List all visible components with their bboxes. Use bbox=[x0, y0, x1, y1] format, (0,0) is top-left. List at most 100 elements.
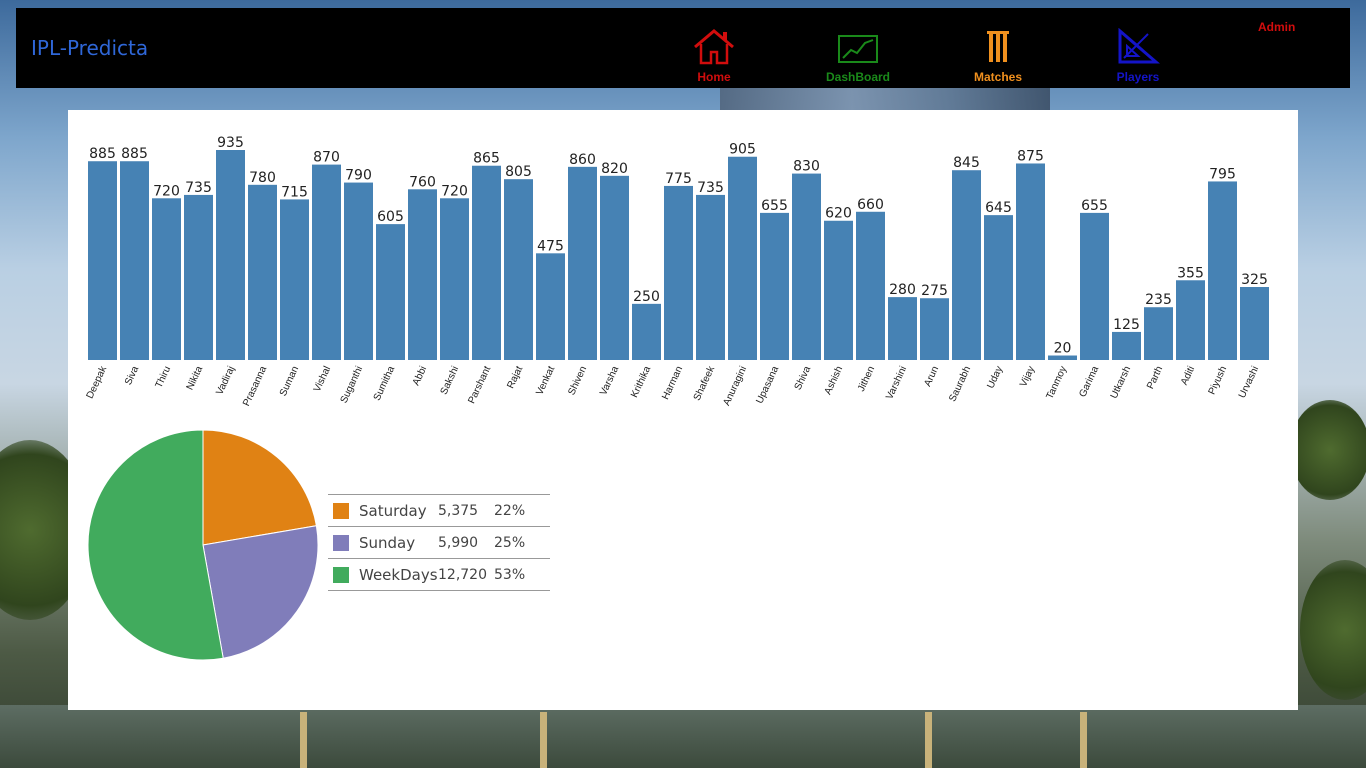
legend-value: 5,375 bbox=[438, 502, 479, 519]
nav-players-label: Players bbox=[1116, 70, 1160, 84]
bar-value-label: 715 bbox=[281, 184, 308, 200]
x-tick-label: Sakshi bbox=[439, 365, 462, 397]
bar bbox=[568, 166, 597, 360]
x-tick-label: Parshant bbox=[466, 364, 493, 405]
legend-row-sunday: Sunday 5,990 25% bbox=[328, 526, 550, 559]
bar-value-label: 875 bbox=[1017, 148, 1044, 164]
bar bbox=[88, 161, 117, 360]
top-navbar: IPL-Predicta Home DashBoard Matches Play… bbox=[16, 8, 1350, 88]
bar bbox=[632, 303, 661, 360]
legend-swatch bbox=[333, 503, 349, 519]
x-tick-label: Vijay bbox=[1018, 365, 1037, 389]
x-tick-label: Varsha bbox=[598, 364, 621, 397]
bar-value-label: 790 bbox=[345, 168, 372, 184]
bar bbox=[1240, 287, 1269, 360]
background-tree-trunk bbox=[1080, 712, 1087, 768]
bar bbox=[920, 298, 949, 360]
background-tree bbox=[1290, 400, 1366, 500]
dashboard-panel: 885 Deepak 885 Siva 720 Thiru 735 Nikita 935 Vadi… bbox=[68, 110, 1298, 710]
x-tick-label: Shiven bbox=[566, 365, 589, 397]
nav-home[interactable]: Home bbox=[664, 28, 764, 88]
x-tick-label: Venkat bbox=[534, 364, 557, 397]
player-bar-chart: 885 Deepak 885 Siva 720 Thiru 735 Nikita 935 Vadi… bbox=[85, 135, 1269, 408]
bar bbox=[408, 189, 437, 360]
bar-value-label: 780 bbox=[249, 170, 276, 186]
legend-swatch bbox=[333, 567, 349, 583]
bar-value-label: 605 bbox=[377, 209, 404, 225]
bar bbox=[1176, 280, 1205, 360]
x-tick-label: Shiva bbox=[793, 364, 814, 392]
background-ground bbox=[0, 705, 1366, 768]
background-tree-trunk bbox=[300, 712, 307, 768]
x-tick-label: Ashish bbox=[823, 365, 846, 397]
pie-slice bbox=[202, 429, 317, 546]
bar bbox=[1208, 181, 1237, 360]
admin-link[interactable]: Admin bbox=[1258, 20, 1295, 34]
x-tick-label: Krithika bbox=[629, 364, 653, 399]
x-tick-label: Vishal bbox=[312, 365, 333, 394]
bar-value-label: 775 bbox=[665, 171, 692, 187]
pie-legend: Saturday 5,375 22% Sunday 5,990 25% Week… bbox=[328, 494, 550, 591]
bar bbox=[248, 184, 277, 360]
bar-value-label: 660 bbox=[857, 197, 884, 213]
bar-value-label: 735 bbox=[185, 180, 212, 196]
nav-matches[interactable]: Matches bbox=[948, 28, 1048, 88]
bar-value-label: 845 bbox=[953, 155, 980, 171]
x-tick-label: Upasana bbox=[754, 364, 781, 405]
bar bbox=[344, 182, 373, 360]
legend-percent: 53% bbox=[494, 566, 526, 583]
bar bbox=[312, 164, 341, 360]
bar-value-label: 645 bbox=[985, 200, 1012, 216]
bar bbox=[472, 165, 501, 360]
bar bbox=[760, 212, 789, 360]
bar-value-label: 250 bbox=[633, 289, 660, 305]
bar-value-label: 355 bbox=[1177, 265, 1204, 281]
legend-row-weekdays: WeekDays 12,720 53% bbox=[328, 558, 550, 591]
x-tick-label: Anuragini bbox=[721, 365, 749, 408]
bar bbox=[1112, 331, 1141, 360]
bar-value-label: 20 bbox=[1054, 341, 1072, 357]
wicket-icon bbox=[987, 31, 1009, 62]
bar-value-label: 125 bbox=[1113, 317, 1140, 333]
nav-matches-label: Matches bbox=[973, 70, 1023, 84]
legend-row-saturday: Saturday 5,375 22% bbox=[328, 494, 550, 527]
brand-logo[interactable]: IPL-Predicta bbox=[31, 36, 148, 60]
bar bbox=[504, 179, 533, 360]
bar bbox=[792, 173, 821, 360]
bar bbox=[536, 253, 565, 360]
bar-value-label: 885 bbox=[121, 146, 148, 162]
bar bbox=[824, 220, 853, 360]
nav-dashboard[interactable]: DashBoard bbox=[808, 28, 908, 88]
bar bbox=[1016, 163, 1045, 360]
bar bbox=[280, 199, 309, 360]
x-tick-label: Siva bbox=[123, 364, 141, 387]
x-tick-label: Prasanna bbox=[241, 364, 269, 408]
bar-value-label: 735 bbox=[697, 180, 724, 196]
pie-slice bbox=[87, 429, 224, 661]
bar bbox=[952, 170, 981, 360]
nav-players[interactable]: Players bbox=[1088, 28, 1188, 88]
bar-value-label: 760 bbox=[409, 174, 436, 190]
bar-value-label: 865 bbox=[473, 151, 500, 167]
bar-value-label: 655 bbox=[1081, 198, 1108, 214]
x-tick-label: Rajat bbox=[505, 364, 525, 390]
x-tick-label: Tanmoy bbox=[1044, 365, 1069, 401]
bar-value-label: 805 bbox=[505, 164, 532, 180]
x-tick-label: Urvashi bbox=[1237, 365, 1261, 400]
bar bbox=[216, 150, 245, 360]
bar-value-label: 655 bbox=[761, 198, 788, 214]
bar bbox=[888, 297, 917, 360]
x-tick-label: Shafeek bbox=[692, 364, 718, 403]
bar-value-label: 620 bbox=[825, 206, 852, 222]
x-tick-label: Deepak bbox=[85, 364, 110, 401]
bar-value-label: 860 bbox=[569, 152, 596, 168]
bar bbox=[120, 161, 149, 360]
legend-label: Sunday bbox=[359, 533, 416, 552]
background-tree bbox=[1300, 560, 1366, 700]
x-tick-label: Aditi bbox=[1179, 365, 1197, 387]
bar-value-label: 935 bbox=[217, 135, 244, 151]
bar bbox=[728, 156, 757, 360]
bar bbox=[1080, 212, 1109, 360]
legend-label: WeekDays bbox=[359, 565, 438, 584]
x-tick-label: Parth bbox=[1145, 365, 1165, 391]
